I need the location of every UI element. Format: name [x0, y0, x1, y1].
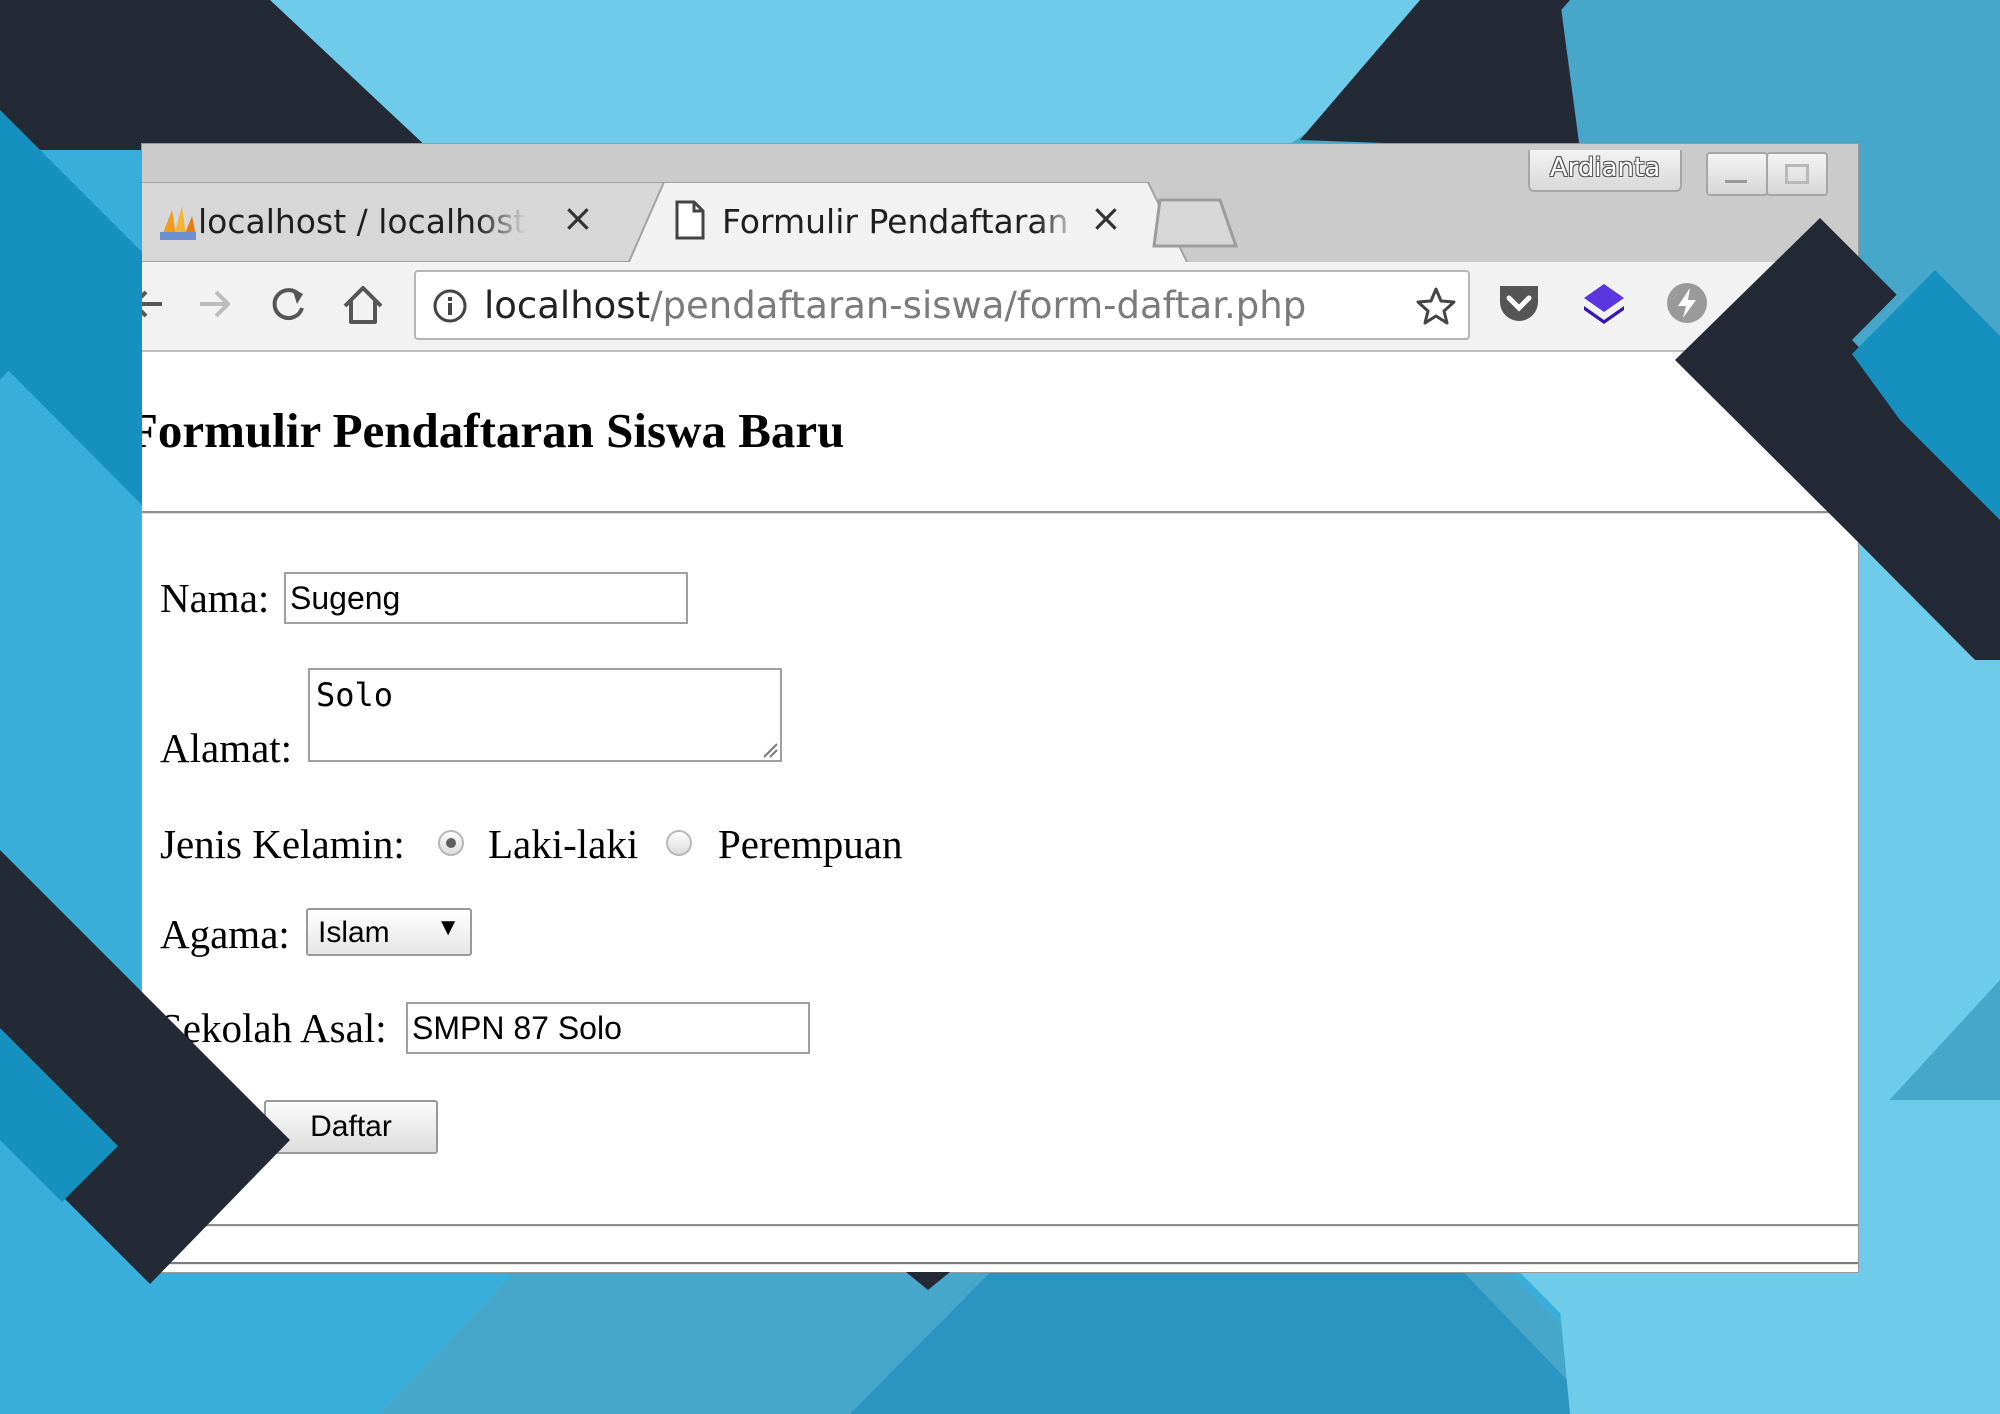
sekolah-asal-label: Sekolah Asal:: [160, 1005, 387, 1051]
divider: [142, 511, 1858, 514]
close-tab-icon[interactable]: ×: [562, 196, 594, 240]
bookmark-star-icon[interactable]: [1416, 286, 1456, 326]
tab-title: Formulir Pendaftaran Siswa: [722, 202, 1080, 241]
browser-window: localhost / localhost / pendaftaran × Fo…: [142, 144, 1858, 1272]
forward-arrow-icon[interactable]: [192, 282, 236, 326]
radio-laki-laki-label: Laki-laki: [488, 821, 639, 867]
radio-perempuan-label: Perempuan: [718, 821, 903, 867]
profile-button[interactable]: Ardianta: [1528, 150, 1682, 192]
dropdown-arrow-icon: ▼: [436, 914, 460, 941]
radio-perempuan[interactable]: [666, 830, 692, 856]
reload-icon[interactable]: [266, 282, 310, 326]
pocket-icon[interactable]: [1496, 280, 1542, 326]
url-text[interactable]: localhost/pendaftaran-siswa/form-daftar.…: [484, 284, 1306, 327]
minimize-button[interactable]: [1706, 152, 1768, 196]
page-title: Formulir Pendaftaran Siswa Baru: [142, 403, 845, 458]
browser-toolbar: localhost/pendaftaran-siswa/form-daftar.…: [142, 262, 1858, 352]
new-tab-button[interactable]: [1150, 198, 1240, 248]
sekolah-asal-input[interactable]: SMPN 87 Solo: [406, 1002, 810, 1054]
page-content: Formulir Pendaftaran Siswa Baru Nama: Su…: [142, 352, 1858, 1272]
agama-select[interactable]: Islam ▼: [306, 908, 472, 956]
jenis-kelamin-label: Jenis Kelamin:: [160, 821, 405, 867]
page-icon: [675, 200, 705, 240]
nama-input[interactable]: Sugeng: [284, 572, 688, 624]
agama-label: Agama:: [160, 911, 290, 957]
url-host: localhost: [484, 284, 651, 327]
tab-title: localhost / localhost / pendaftaran: [198, 202, 526, 241]
address-bar[interactable]: localhost/pendaftaran-siswa/form-daftar.…: [414, 270, 1470, 340]
divider: [142, 1262, 1858, 1265]
daftar-submit-button[interactable]: Daftar: [264, 1100, 438, 1154]
home-icon[interactable]: [340, 282, 386, 328]
back-arrow-icon[interactable]: [142, 282, 170, 326]
url-path: /pendaftaran-siswa/form-daftar.php: [650, 284, 1307, 327]
alamat-textarea[interactable]: Solo: [308, 668, 782, 762]
tab-strip: localhost / localhost / pendaftaran × Fo…: [142, 144, 1858, 264]
phpmyadmin-icon: [160, 206, 196, 240]
radio-laki-laki[interactable]: [438, 830, 464, 856]
layers-extension-icon[interactable]: [1580, 280, 1628, 328]
maximize-button[interactable]: [1766, 152, 1828, 196]
divider: [142, 1224, 1858, 1227]
alamat-label: Alamat:: [160, 725, 293, 771]
info-icon[interactable]: [432, 288, 468, 324]
bolt-extension-icon[interactable]: [1664, 280, 1710, 326]
resize-grip-icon[interactable]: [760, 740, 778, 758]
agama-selected-value: Islam: [318, 916, 390, 949]
nama-label: Nama:: [160, 575, 270, 621]
close-tab-icon[interactable]: ×: [1090, 196, 1122, 240]
alamat-value: Solo: [316, 676, 394, 714]
